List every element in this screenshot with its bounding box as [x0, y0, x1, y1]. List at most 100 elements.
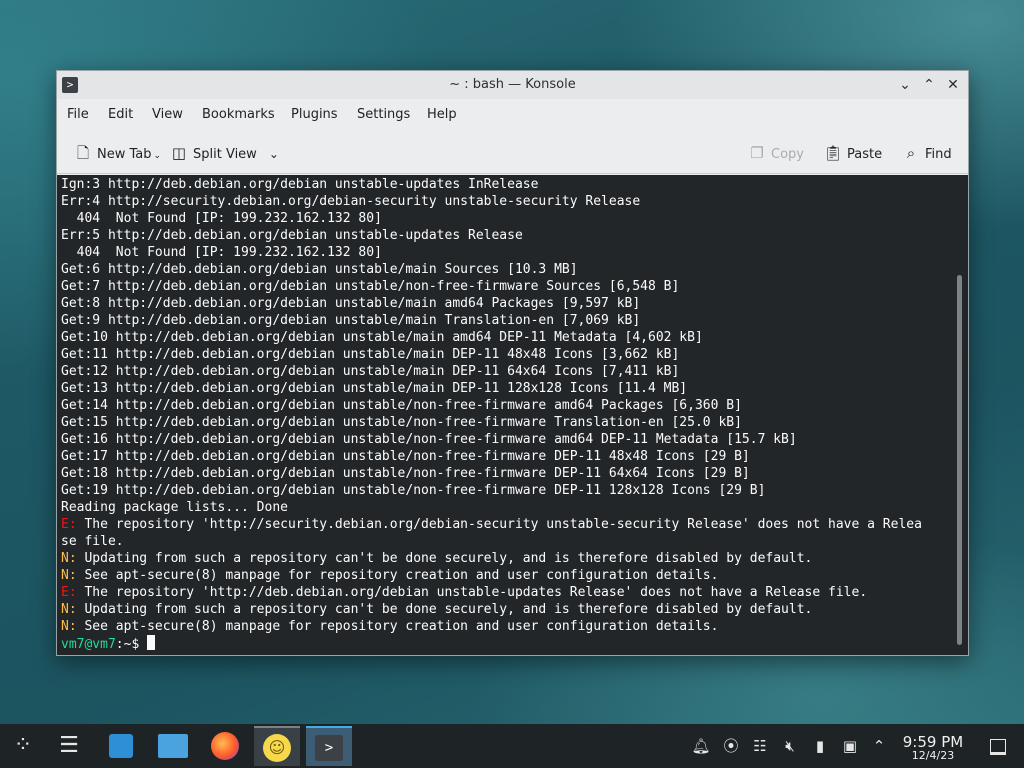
- menu-plugins[interactable]: Plugins: [291, 101, 338, 129]
- terminal-line: Get:18 http://deb.debian.org/debian unst…: [61, 465, 946, 482]
- menu-view[interactable]: View: [152, 101, 183, 129]
- terminal-line: Get:14 http://deb.debian.org/debian unst…: [61, 397, 946, 414]
- terminal-line: Get:8 http://deb.debian.org/debian unsta…: [61, 295, 946, 312]
- error-prefix: E:: [61, 517, 77, 532]
- terminal-line: N: See apt-secure(8) manpage for reposit…: [61, 618, 946, 635]
- volume-muted-icon[interactable]: 🔇︎: [780, 736, 800, 756]
- toolbar: 🗋 New Tab ⌄ ◫ Split View ⌄ ❐ Copy 📋︎ Paste ⌕ Fi…: [57, 133, 968, 174]
- terminal-line: 404 Not Found [IP: 199.232.162.132 80]: [61, 244, 946, 261]
- terminal-line-text: Get:13 http://deb.debian.org/debian unst…: [61, 381, 688, 396]
- terminal-line: Err:5 http://deb.debian.org/debian unsta…: [61, 227, 946, 244]
- close-button[interactable]: ✕: [943, 75, 963, 95]
- terminal-line-text: Updating from such a repository can't be…: [76, 551, 813, 566]
- show-desktop-icon[interactable]: [990, 739, 1006, 755]
- minimize-button[interactable]: ⌄: [895, 75, 915, 95]
- firefox-icon[interactable]: [202, 726, 248, 766]
- terminal-line-text: Get:17 http://deb.debian.org/debian unst…: [61, 449, 750, 464]
- split-view-icon: ◫: [171, 144, 187, 162]
- terminal-line: Get:17 http://deb.debian.org/debian unst…: [61, 448, 946, 465]
- terminal-line-text: Get:6 http://deb.debian.org/debian unsta…: [61, 262, 578, 277]
- notice-prefix: N:: [61, 602, 77, 617]
- terminal-line-text: Get:18 http://deb.debian.org/debian unst…: [61, 466, 750, 481]
- menu-bookmarks[interactable]: Bookmarks: [202, 101, 275, 129]
- terminal-line: Err:4 http://security.debian.org/debian-…: [61, 193, 946, 210]
- system-settings-icon[interactable]: ☰: [46, 726, 92, 766]
- paste-icon: 📋︎: [823, 144, 843, 162]
- terminal-line: Ign:3 http://deb.debian.org/debian unsta…: [61, 176, 946, 193]
- paste-label: Paste: [847, 147, 883, 162]
- terminal-line-text: Err:4 http://security.debian.org/debian-…: [61, 194, 641, 209]
- tray-expand-icon[interactable]: ⌃: [869, 736, 889, 756]
- terminal-line: Get:10 http://deb.debian.org/debian unst…: [61, 329, 946, 346]
- terminal-line: N: Updating from such a repository can't…: [61, 550, 946, 567]
- terminal-line-text: Ign:3 http://deb.debian.org/debian unsta…: [61, 177, 539, 192]
- terminal-line: Get:11 http://deb.debian.org/debian unst…: [61, 346, 946, 363]
- copy-icon: ❐: [750, 144, 764, 162]
- terminal-prompt[interactable]: vm7@vm7:~$: [61, 635, 946, 652]
- terminal-line: Get:9 http://deb.debian.org/debian unsta…: [61, 312, 946, 329]
- terminal-line: N: See apt-secure(8) manpage for reposit…: [61, 567, 946, 584]
- prompt-user: vm7@vm7: [61, 637, 116, 652]
- terminal-line: Get:6 http://deb.debian.org/debian unsta…: [61, 261, 946, 278]
- terminal-line: E: The repository 'http://security.debia…: [61, 516, 946, 533]
- terminal-line-text: See apt-secure(8) manpage for repository…: [76, 568, 719, 583]
- menu-help[interactable]: Help: [427, 101, 457, 129]
- terminal-output: Ign:3 http://deb.debian.org/debian unsta…: [61, 176, 946, 652]
- terminal-line: Get:16 http://deb.debian.org/debian unst…: [61, 431, 946, 448]
- terminal-line: Get:19 http://deb.debian.org/debian unst…: [61, 482, 946, 499]
- usb-drive-icon[interactable]: ▮: [810, 736, 830, 756]
- konsole-window: > ~ : bash — Konsole ⌄ ⌃ ✕ File Edit Vie…: [56, 70, 969, 656]
- terminal-line-text: Get:9 http://deb.debian.org/debian unsta…: [61, 313, 641, 328]
- terminal-line-text: Get:19 http://deb.debian.org/debian unst…: [61, 483, 766, 498]
- copy-button[interactable]: ❐ Copy: [747, 139, 804, 167]
- terminal-view[interactable]: Ign:3 http://deb.debian.org/debian unsta…: [57, 175, 968, 655]
- network-icon[interactable]: ⦿: [721, 736, 741, 756]
- file-manager-icon[interactable]: [150, 726, 196, 766]
- discover-store-icon[interactable]: [98, 726, 144, 766]
- terminal-line-text: Get:8 http://deb.debian.org/debian unsta…: [61, 296, 641, 311]
- terminal-line-text: Get:11 http://deb.debian.org/debian unst…: [61, 347, 680, 362]
- terminal-line: N: Updating from such a repository can't…: [61, 601, 946, 618]
- display-icon[interactable]: ▣: [840, 736, 860, 756]
- terminal-line: E: The repository 'http://deb.debian.org…: [61, 584, 946, 601]
- menu-file[interactable]: File: [67, 101, 89, 129]
- terminal-line-text: Get:15 http://deb.debian.org/debian unst…: [61, 415, 742, 430]
- terminal-line-text: The repository 'http://security.debian.o…: [76, 517, 922, 532]
- menu-bar: File Edit View Bookmarks Plugins Setting…: [57, 101, 968, 129]
- split-view-button[interactable]: ◫ Split View ⌄: [169, 139, 279, 167]
- kde-logo-icon[interactable]: ⁘: [0, 726, 46, 766]
- terminal-line-text: se file.: [61, 534, 124, 549]
- emoji-picker-icon[interactable]: ☺: [254, 726, 300, 766]
- terminal-line: Get:15 http://deb.debian.org/debian unst…: [61, 414, 946, 431]
- terminal-line-text: See apt-secure(8) manpage for repository…: [76, 619, 719, 634]
- new-tab-label: New Tab: [97, 147, 152, 162]
- notice-prefix: N:: [61, 551, 77, 566]
- clock-date[interactable]: 12/4/23: [900, 749, 966, 762]
- maximize-button[interactable]: ⌃: [919, 75, 939, 95]
- copy-label: Copy: [771, 147, 804, 162]
- new-tab-button[interactable]: 🗋 New Tab ⌄: [73, 139, 161, 167]
- error-prefix: E:: [61, 585, 77, 600]
- terminal-line-text: The repository 'http://deb.debian.org/de…: [76, 585, 868, 600]
- terminal-line-text: Get:12 http://deb.debian.org/debian unst…: [61, 364, 680, 379]
- menu-edit[interactable]: Edit: [108, 101, 133, 129]
- konsole-taskbar-icon[interactable]: >: [306, 726, 352, 766]
- terminal-line-text: 404 Not Found [IP: 199.232.162.132 80]: [61, 245, 382, 260]
- notification-bell-icon[interactable]: 🔔︎: [691, 736, 711, 756]
- notice-prefix: N:: [61, 619, 77, 634]
- terminal-line-text: Get:14 http://deb.debian.org/debian unst…: [61, 398, 742, 413]
- clipboard-icon[interactable]: ☷: [750, 736, 770, 756]
- search-icon: ⌕: [906, 144, 916, 162]
- chevron-down-icon[interactable]: ⌄: [269, 147, 279, 161]
- find-button[interactable]: ⌕ Find: [901, 139, 952, 167]
- menu-settings[interactable]: Settings: [357, 101, 410, 129]
- terminal-scrollbar[interactable]: [957, 275, 962, 645]
- terminal-line: se file.: [61, 533, 946, 550]
- terminal-line-text: Err:5 http://deb.debian.org/debian unsta…: [61, 228, 523, 243]
- paste-button[interactable]: 📋︎ Paste: [823, 139, 882, 167]
- terminal-line-text: Updating from such a repository can't be…: [76, 602, 813, 617]
- terminal-line: 404 Not Found [IP: 199.232.162.132 80]: [61, 210, 946, 227]
- title-bar[interactable]: > ~ : bash — Konsole ⌄ ⌃ ✕: [57, 71, 968, 99]
- prompt-path: :~$: [115, 637, 148, 652]
- terminal-line: Reading package lists... Done: [61, 499, 946, 516]
